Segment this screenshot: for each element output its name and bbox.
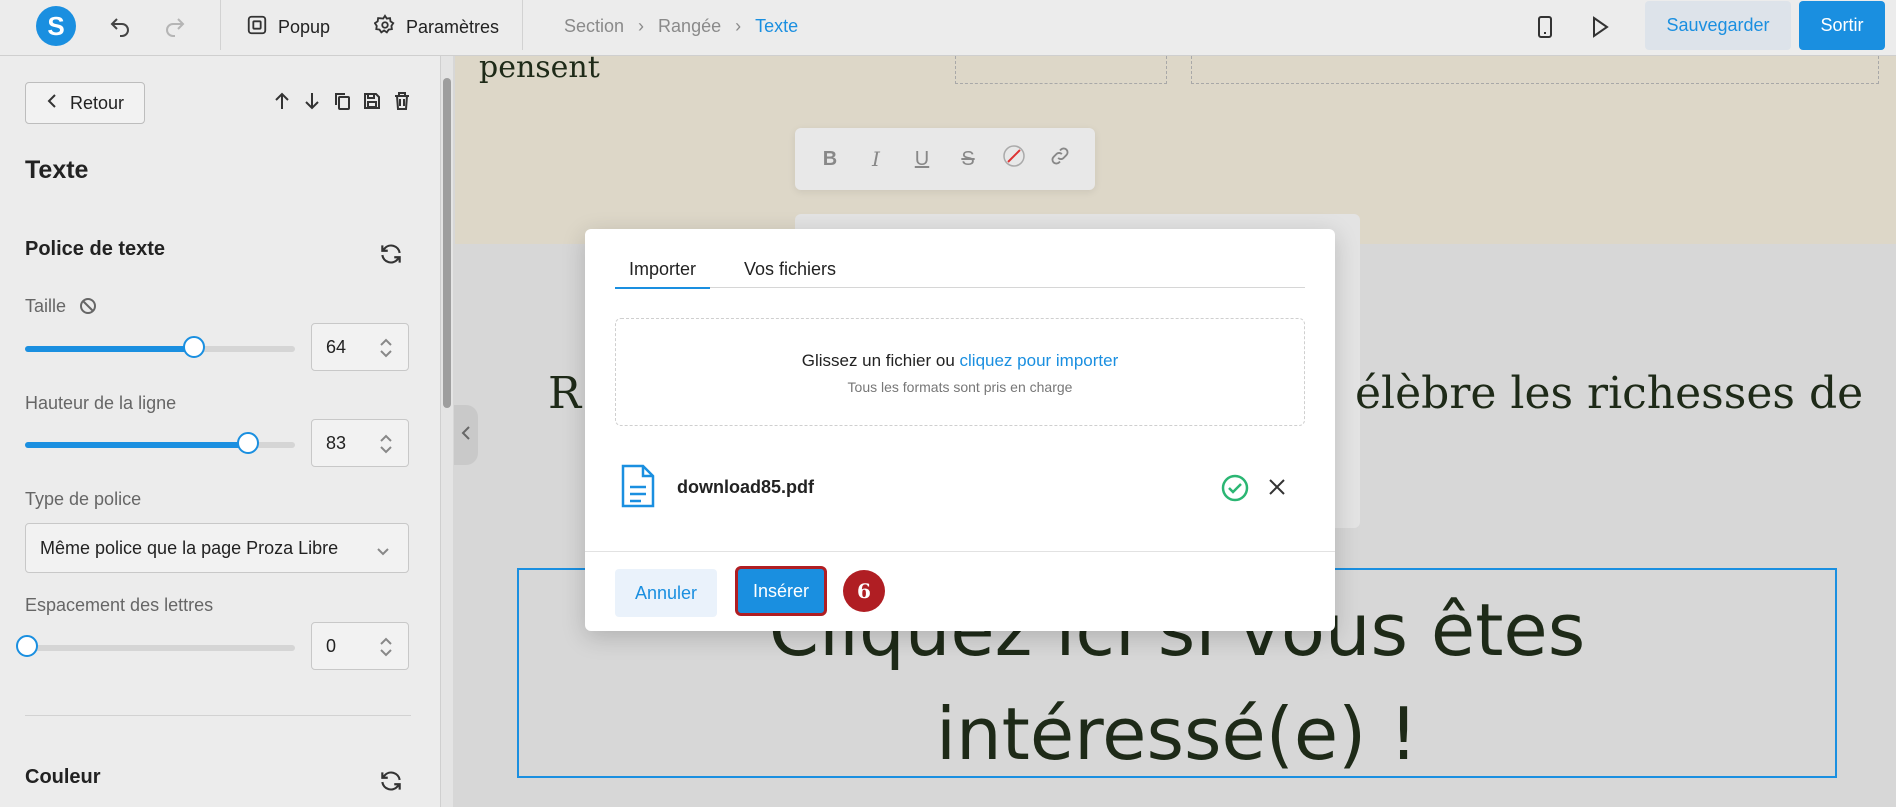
link-icon[interactable] [1046, 145, 1074, 173]
copy-icon[interactable] [332, 90, 352, 112]
breadcrumb: Section › Rangée › Texte [564, 16, 798, 37]
step-badge: 6 [843, 570, 885, 612]
breadcrumb-text[interactable]: Texte [755, 16, 798, 37]
stepper-icon[interactable] [378, 432, 394, 461]
size-label: Taille [25, 296, 97, 320]
back-label: Retour [69, 92, 125, 113]
letter-spacing-input[interactable]: 0 [311, 622, 409, 670]
line-height-value: 83 [326, 432, 347, 453]
breadcrumb-section[interactable]: Section [564, 16, 624, 37]
size-value: 64 [326, 336, 347, 357]
save-icon[interactable] [362, 90, 382, 112]
back-button[interactable]: Retour [25, 82, 145, 124]
arrow-down-icon[interactable] [302, 90, 322, 112]
line-height-input[interactable]: 83 [311, 419, 409, 467]
font-section-title: Police de texte [25, 238, 166, 260]
section-divider [25, 715, 411, 716]
size-input[interactable]: 64 [311, 323, 409, 371]
element-tools [272, 90, 412, 112]
line-height-label: Hauteur de la ligne [25, 393, 177, 413]
popup-label: Popup [278, 16, 331, 37]
line-height-slider-handle[interactable] [237, 432, 260, 454]
settings-button[interactable]: Paramètres [373, 10, 500, 44]
text-color-icon[interactable] [1000, 144, 1028, 174]
settings-sidebar: Retour Texte Police de texte Taille 64 H… [0, 56, 441, 807]
close-icon[interactable] [1267, 477, 1287, 502]
dropzone-subtext: Tous les formats sont pris en charge [847, 379, 1073, 395]
upload-modal: Importer Vos fichiers Glissez un fichier… [585, 229, 1335, 631]
click-to-import-link[interactable]: cliquez pour importer [960, 351, 1119, 370]
reset-icon[interactable] [378, 768, 404, 794]
cta-line-2: intéressé(e) ! [935, 692, 1419, 776]
dropzone-instructions: Glissez un fichier ou cliquez pour impor… [616, 351, 1304, 371]
font-type-select[interactable]: Même police que la page Proza Libre [25, 523, 409, 573]
underline-icon[interactable]: U [908, 148, 936, 171]
trash-icon[interactable] [392, 90, 412, 112]
popup-button[interactable]: Popup [246, 10, 330, 44]
heading-text-right[interactable]: élèbre les richesses de [1355, 368, 1863, 419]
exit-button[interactable]: Sortir [1799, 1, 1885, 50]
chevron-left-icon [461, 425, 471, 446]
scrollbar-thumb[interactable] [443, 78, 451, 408]
size-slider[interactable] [25, 336, 295, 358]
undo-icon[interactable] [105, 12, 135, 42]
size-slider-fill [25, 346, 193, 352]
toolbar-divider [522, 0, 523, 50]
letter-spacing-slider-handle[interactable] [16, 635, 38, 657]
modal-tabs: Importer Vos fichiers [615, 251, 1305, 289]
file-document-icon [619, 463, 657, 514]
settings-label: Paramètres [406, 16, 500, 37]
uploaded-file-row: download85.pdf [615, 461, 1305, 515]
breadcrumb-row[interactable]: Rangée [658, 16, 721, 37]
tab-your-files[interactable]: Vos fichiers [730, 251, 850, 287]
file-dropzone[interactable]: Glissez un fichier ou cliquez pour impor… [615, 318, 1305, 426]
redo-icon[interactable] [160, 12, 190, 42]
top-bar: S Popup Paramètres Section › Rangée › Te… [0, 0, 1896, 56]
cancel-button[interactable]: Annuler [615, 569, 717, 617]
font-type-value: Même police que la page Proza Libre [40, 537, 339, 558]
chevron-right-icon: › [735, 16, 742, 36]
gear-icon [373, 13, 396, 41]
letter-spacing-slider[interactable] [16, 635, 295, 657]
play-icon[interactable] [1585, 12, 1615, 42]
collapse-sidebar-toggle[interactable] [454, 405, 478, 465]
stepper-icon[interactable] [378, 336, 394, 365]
tab-import[interactable]: Importer [615, 251, 711, 289]
panel-title: Texte [25, 156, 89, 184]
arrow-up-icon[interactable] [272, 90, 292, 112]
disabled-icon[interactable] [79, 297, 97, 320]
letter-spacing-label: Espacement des lettres [25, 595, 214, 615]
chevron-down-icon [376, 541, 390, 562]
reset-icon[interactable] [378, 241, 404, 267]
format-toolbar: B I U S [795, 128, 1095, 190]
strikethrough-icon[interactable]: S [954, 148, 982, 171]
size-slider-handle[interactable] [183, 336, 206, 358]
file-name: download85.pdf [677, 477, 814, 497]
line-height-slider[interactable] [25, 432, 295, 454]
font-type-label: Type de police [25, 489, 142, 509]
mobile-preview-icon[interactable] [1530, 12, 1560, 42]
bold-icon[interactable]: B [816, 148, 844, 171]
size-label-text: Taille [25, 296, 67, 316]
popup-icon [246, 14, 268, 41]
chevron-right-icon: › [638, 16, 645, 36]
stepper-icon[interactable] [378, 635, 394, 664]
chevron-left-icon [46, 93, 58, 114]
italic-icon[interactable]: I [862, 147, 890, 171]
app-logo: S [36, 6, 76, 46]
color-section-title: Couleur [25, 766, 101, 788]
save-button[interactable]: Sauvegarder [1645, 1, 1791, 50]
dropzone-text: Glissez un fichier ou [801, 351, 960, 370]
empty-column[interactable] [1191, 56, 1879, 84]
sidebar-scrollbar[interactable] [441, 56, 453, 807]
heading-text-left[interactable]: R [548, 368, 581, 419]
line-height-slider-fill [25, 442, 247, 448]
toolbar-divider [220, 0, 221, 50]
modal-footer: Annuler Insérer 6 [585, 551, 1335, 632]
empty-column[interactable] [955, 56, 1167, 84]
hero-text[interactable]: pensent [479, 56, 600, 85]
insert-button[interactable]: Insérer [735, 566, 827, 616]
check-circle-icon [1220, 473, 1250, 508]
letter-spacing-value: 0 [326, 635, 337, 656]
